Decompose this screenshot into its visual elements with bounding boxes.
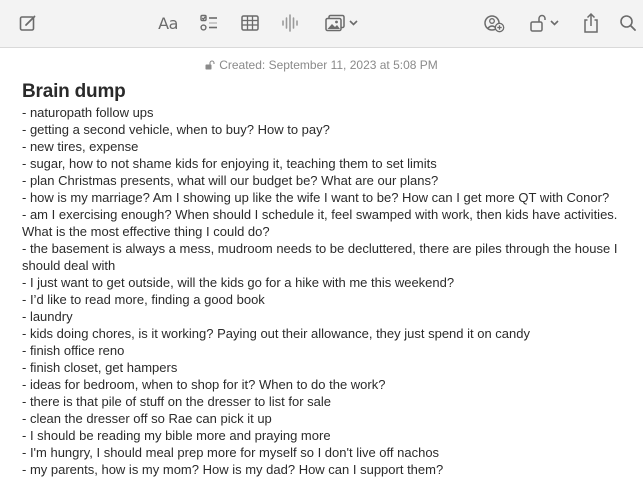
note-lines: - naturopath follow ups - getting a secon…	[22, 104, 622, 478]
note-line[interactable]: - finish closet, get hampers	[22, 359, 622, 376]
audio-waveform-icon	[282, 14, 298, 32]
note-line[interactable]: - plan Christmas presents, what will our…	[22, 172, 622, 189]
photo-media-icon	[325, 14, 345, 32]
chevron-down-icon	[349, 20, 358, 26]
note-line[interactable]: - I'm hungry, I should meal prep more fo…	[22, 444, 622, 461]
note-line[interactable]: - how is my marriage? Am I showing up li…	[22, 189, 622, 206]
new-note-button[interactable]	[16, 11, 40, 35]
note-line[interactable]: - getting a second vehicle, when to buy?…	[22, 121, 622, 138]
note-line[interactable]: - I just want to get outside, will the k…	[22, 274, 622, 291]
lock-icon	[530, 14, 546, 32]
note-line[interactable]: - there is that pile of stuff on the dre…	[22, 393, 622, 410]
note-line[interactable]: - am I exercising enough? When should I …	[22, 206, 622, 240]
search-icon	[620, 15, 636, 31]
note-editor[interactable]: Created: September 11, 2023 at 5:08 PM B…	[0, 49, 643, 498]
note-line[interactable]: - laundry	[22, 308, 622, 325]
chevron-down-icon	[550, 20, 559, 26]
table-icon	[241, 15, 259, 31]
collaborate-icon	[484, 15, 505, 33]
note-line[interactable]: - new tires, expense	[22, 138, 622, 155]
note-line[interactable]: - sugar, how to not shame kids for enjoy…	[22, 155, 622, 172]
notes-window: Aa Created: September 11, 2023 at 5:08 P…	[0, 0, 643, 498]
note-line[interactable]: - finish office reno	[22, 342, 622, 359]
note-title[interactable]: Brain dump	[22, 80, 622, 104]
note-line[interactable]: - the basement is always a mess, mudroom…	[22, 240, 622, 274]
note-line[interactable]: - clean the dresser off so Rae can pick …	[22, 410, 622, 427]
note-line[interactable]: - naturopath follow ups	[22, 104, 622, 121]
media-button[interactable]	[320, 11, 362, 35]
format-label: Aa	[158, 13, 178, 33]
search-button[interactable]	[617, 11, 639, 35]
checklist-icon	[200, 14, 217, 31]
note-created-date: Created: September 11, 2023 at 5:08 PM	[0, 58, 643, 72]
compose-icon	[19, 15, 36, 31]
note-line[interactable]: - my parents, how is my mom? How is my d…	[22, 461, 622, 478]
unlocked-icon	[205, 60, 215, 70]
share-button[interactable]	[580, 11, 602, 35]
checklist-button[interactable]	[197, 11, 221, 35]
collaborate-button[interactable]	[482, 11, 506, 35]
created-text: Created: September 11, 2023 at 5:08 PM	[219, 58, 438, 72]
note-line[interactable]: - ideas for bedroom, when to shop for it…	[22, 376, 622, 393]
lock-note-button[interactable]	[525, 11, 563, 35]
note-line[interactable]: - I’d like to read more, finding a good …	[22, 291, 622, 308]
audio-button[interactable]	[279, 11, 301, 35]
format-button[interactable]: Aa	[154, 11, 182, 35]
note-line[interactable]: - I should be reading my bible more and …	[22, 427, 622, 444]
note-body[interactable]: Brain dump - naturopath follow ups - gett…	[22, 80, 622, 478]
note-line[interactable]: - kids doing chores, is it working? Payi…	[22, 325, 622, 342]
toolbar: Aa	[0, 0, 643, 48]
share-icon	[584, 12, 598, 33]
table-button[interactable]	[238, 11, 262, 35]
